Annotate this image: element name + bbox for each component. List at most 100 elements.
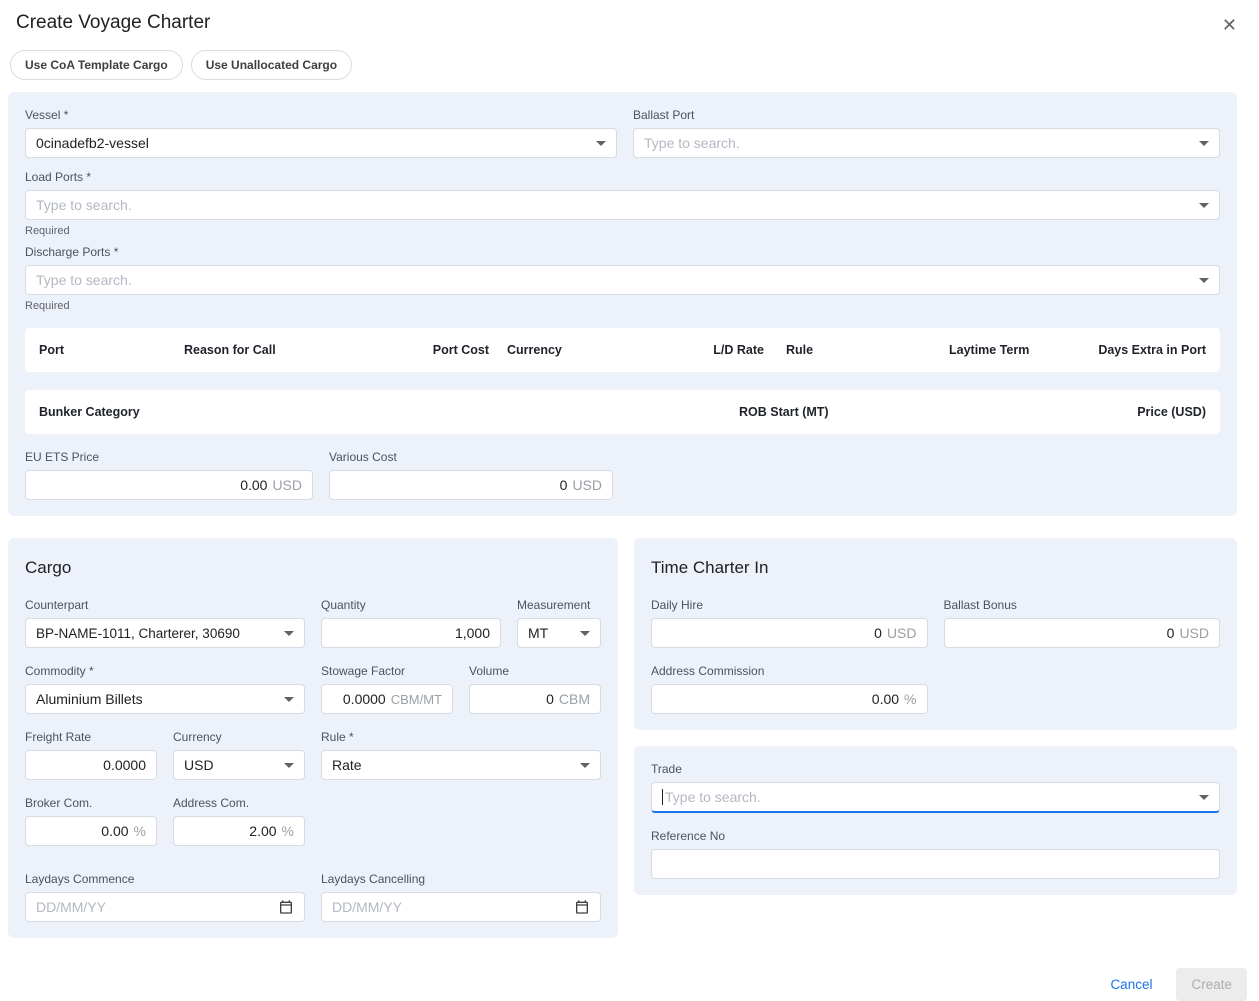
measurement-select[interactable]: MT [517, 618, 601, 648]
chevron-down-icon [1199, 203, 1209, 208]
cargo-heading: Cargo [25, 558, 601, 578]
stowage-factor-input[interactable]: 0.0000 CBM/MT [321, 684, 453, 714]
chevron-down-icon [580, 631, 590, 636]
chevron-down-icon [284, 697, 294, 702]
text-cursor [662, 789, 663, 805]
laydays-cancelling-label: Laydays Cancelling [321, 872, 601, 886]
cancel-button[interactable]: Cancel [1104, 969, 1158, 1000]
counterpart-select[interactable]: BP-NAME-1011, Charterer, 30690 [25, 618, 305, 648]
close-icon[interactable]: ✕ [1218, 12, 1241, 38]
various-cost-input[interactable]: 0 USD [329, 470, 613, 500]
time-charter-in-heading: Time Charter In [651, 558, 1220, 578]
load-ports-placeholder: Type to search. [36, 197, 132, 213]
use-unallocated-cargo-button[interactable]: Use Unallocated Cargo [191, 50, 352, 80]
load-ports-label: Load Ports * [25, 170, 1220, 184]
discharge-ports-field: Discharge Ports * Type to search. Requir… [25, 245, 1220, 312]
trade-input[interactable]: Type to search. [651, 782, 1220, 813]
quantity-input[interactable]: 1,000 [321, 618, 501, 648]
voyage-details-panel: Vessel * 0cinadefb2-vessel Ballast Port … [8, 92, 1237, 516]
freight-rate-input[interactable]: 0.0000 [25, 750, 157, 780]
commodity-field: Commodity * Aluminium Billets [25, 664, 305, 714]
load-ports-field: Load Ports * Type to search. Required [25, 170, 1220, 237]
create-button[interactable]: Create [1176, 968, 1247, 1001]
broker-com-unit: % [134, 823, 146, 839]
column-header-days-extra-in-port: Days Extra in Port [1094, 343, 1206, 357]
column-header-laytime-term: Laytime Term [904, 343, 1094, 357]
chevron-down-icon [1199, 141, 1209, 146]
discharge-ports-label: Discharge Ports * [25, 245, 1220, 259]
column-header-port-cost: Port Cost [429, 343, 489, 357]
rule-value: Rate [332, 757, 362, 773]
calendar-icon[interactable] [278, 899, 294, 915]
use-coa-template-cargo-button[interactable]: Use CoA Template Cargo [10, 50, 183, 80]
vessel-field: Vessel * 0cinadefb2-vessel [25, 108, 617, 158]
time-charter-in-panel: Time Charter In Daily Hire 0 USD Ballast… [634, 538, 1237, 730]
commodity-value: Aluminium Billets [36, 691, 143, 707]
discharge-ports-placeholder: Type to search. [36, 272, 132, 288]
currency-select[interactable]: USD [173, 750, 305, 780]
quantity-label: Quantity [321, 598, 501, 612]
measurement-value: MT [528, 625, 548, 641]
freight-rate-value: 0.0000 [103, 757, 146, 773]
column-header-bunker-category: Bunker Category [39, 405, 739, 419]
ballast-port-placeholder: Type to search. [644, 135, 740, 151]
load-ports-required-helper: Required [25, 225, 1220, 237]
daily-hire-input[interactable]: 0 USD [651, 618, 928, 648]
eu-ets-price-field: EU ETS Price 0.00 USD [25, 450, 313, 500]
column-header-rule: Rule [764, 343, 904, 357]
column-header-price-usd: Price (USD) [1137, 405, 1206, 419]
calendar-icon[interactable] [574, 899, 590, 915]
chevron-down-icon [284, 631, 294, 636]
column-header-reason-for-call: Reason for Call [184, 343, 429, 357]
stowage-factor-label: Stowage Factor [321, 664, 453, 678]
laydays-commence-label: Laydays Commence [25, 872, 305, 886]
volume-value: 0 [546, 691, 554, 707]
column-header-rob-start: ROB Start (MT) [739, 405, 1137, 419]
laydays-cancelling-input[interactable]: DD/MM/YY [321, 892, 601, 922]
volume-unit: CBM [559, 691, 590, 707]
laydays-commence-input[interactable]: DD/MM/YY [25, 892, 305, 922]
daily-hire-unit: USD [887, 625, 917, 641]
column-header-currency: Currency [489, 343, 704, 357]
address-com-input[interactable]: 2.00 % [173, 816, 305, 846]
currency-field: Currency USD [173, 730, 305, 780]
top-actions: Use CoA Template Cargo Use Unallocated C… [0, 44, 1259, 90]
trade-placeholder: Type to search. [665, 789, 761, 805]
address-commission-input[interactable]: 0.00 % [651, 684, 928, 714]
address-com-label: Address Com. [173, 796, 305, 810]
chevron-down-icon [596, 141, 606, 146]
dialog-title: Create Voyage Charter [16, 12, 210, 34]
broker-com-label: Broker Com. [25, 796, 157, 810]
volume-input[interactable]: 0 CBM [469, 684, 601, 714]
measurement-label: Measurement [517, 598, 601, 612]
address-com-field: Address Com. 2.00 % [173, 796, 305, 846]
ballast-port-field: Ballast Port Type to search. [633, 108, 1220, 158]
laydays-cancelling-placeholder: DD/MM/YY [332, 899, 402, 915]
reference-no-input[interactable] [651, 849, 1220, 879]
ports-table-header: Port Reason for Call Port Cost Currency … [25, 328, 1220, 372]
various-cost-value: 0 [560, 477, 568, 493]
ballast-bonus-input[interactable]: 0 USD [944, 618, 1221, 648]
commodity-label: Commodity * [25, 664, 305, 678]
rule-select[interactable]: Rate [321, 750, 601, 780]
currency-value: USD [184, 757, 214, 773]
volume-label: Volume [469, 664, 601, 678]
address-commission-field: Address Commission 0.00 % [651, 664, 928, 714]
eu-ets-price-input[interactable]: 0.00 USD [25, 470, 313, 500]
currency-label: Currency [173, 730, 305, 744]
measurement-field: Measurement MT [517, 598, 601, 648]
chevron-down-icon [580, 763, 590, 768]
commodity-select[interactable]: Aluminium Billets [25, 684, 305, 714]
chevron-down-icon [1199, 795, 1209, 800]
counterpart-field: Counterpart BP-NAME-1011, Charterer, 306… [25, 598, 305, 648]
bunker-table-header: Bunker Category ROB Start (MT) Price (US… [25, 390, 1220, 434]
address-commission-label: Address Commission [651, 664, 928, 678]
vessel-select[interactable]: 0cinadefb2-vessel [25, 128, 617, 158]
load-ports-input[interactable]: Type to search. [25, 190, 1220, 220]
daily-hire-field: Daily Hire 0 USD [651, 598, 928, 648]
stowage-factor-field: Stowage Factor 0.0000 CBM/MT [321, 664, 453, 714]
discharge-ports-input[interactable]: Type to search. [25, 265, 1220, 295]
broker-com-input[interactable]: 0.00 % [25, 816, 157, 846]
rule-label: Rule * [321, 730, 601, 744]
ballast-port-input[interactable]: Type to search. [633, 128, 1220, 158]
